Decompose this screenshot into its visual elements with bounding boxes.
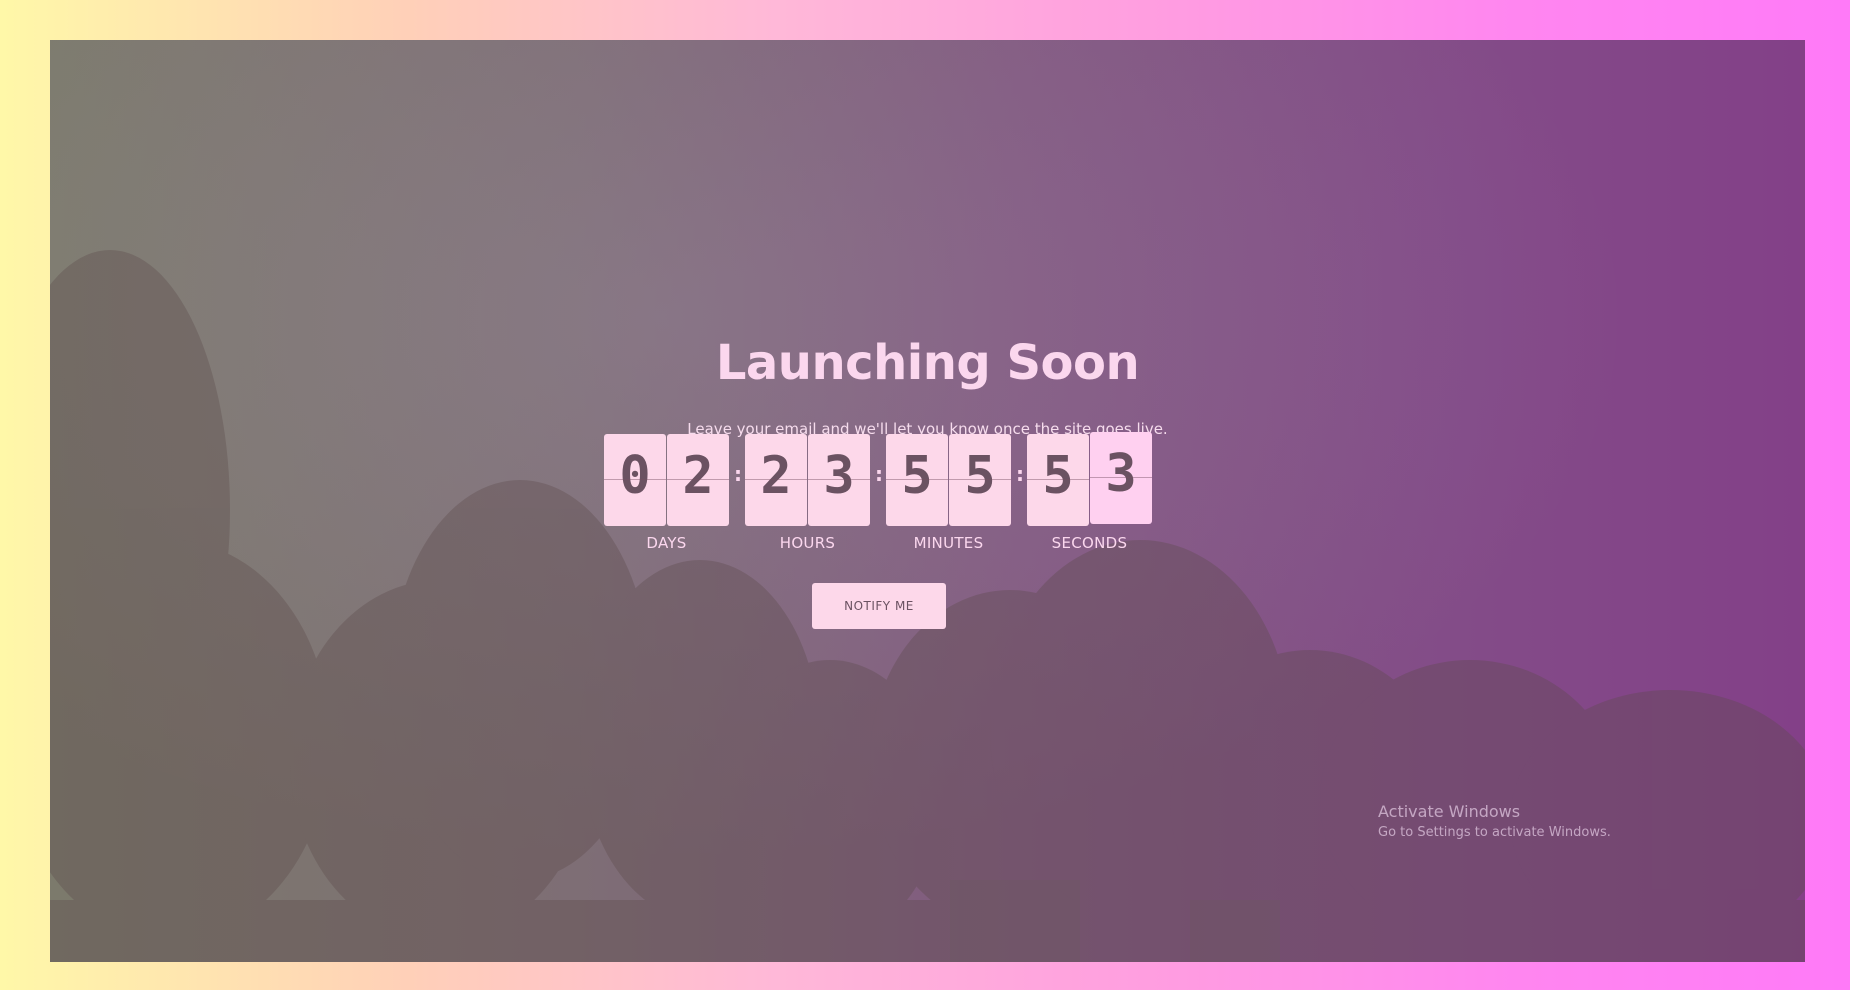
countdown-digit-card: 2 [745,434,807,526]
watermark-title: Activate Windows [1378,802,1521,821]
card-divider [1027,479,1089,480]
card-divider [886,479,948,480]
countdown-digit-card: 2 [667,434,729,526]
countdown-digit: 2 [760,446,792,506]
notify-me-button[interactable]: NOTIFY ME [812,583,946,629]
countdown-digit: 5 [1042,446,1074,506]
card-divider [808,479,870,480]
card-divider [949,479,1011,480]
countdown-digit: 0 [619,446,651,506]
countdown-digit-card: 5 [1027,434,1089,526]
countdown-digit: 2 [682,446,714,506]
countdown-digit-card-flipping: 3 [1090,432,1152,524]
countdown-digit: 3 [823,446,855,506]
countdown-digit-card: 0 [604,434,666,526]
countdown-separator: : [1016,462,1024,486]
activate-windows-watermark: Activate Windows Go to Settings to activ… [1378,802,1611,840]
page-title: Launching Soon [715,335,1140,391]
countdown-digit: 3 [1105,444,1137,504]
watermark-subtitle: Go to Settings to activate Windows. [1378,825,1611,840]
countdown-digit: 5 [901,446,933,506]
card-divider [604,479,666,480]
countdown-separator: : [875,462,883,486]
countdown-separator: : [734,462,742,486]
countdown-label-days: DAYS [646,534,687,552]
card-divider [745,479,807,480]
countdown-digit-card: 3 [808,434,870,526]
countdown-label-seconds: SECONDS [1051,534,1128,552]
countdown-label-minutes: MINUTES [913,534,984,552]
countdown-digit: 5 [964,446,996,506]
countdown-digit-card: 5 [949,434,1011,526]
card-divider [1090,477,1152,478]
countdown-label-hours: HOURS [779,534,836,552]
card-divider [667,479,729,480]
countdown-digit-card: 5 [886,434,948,526]
